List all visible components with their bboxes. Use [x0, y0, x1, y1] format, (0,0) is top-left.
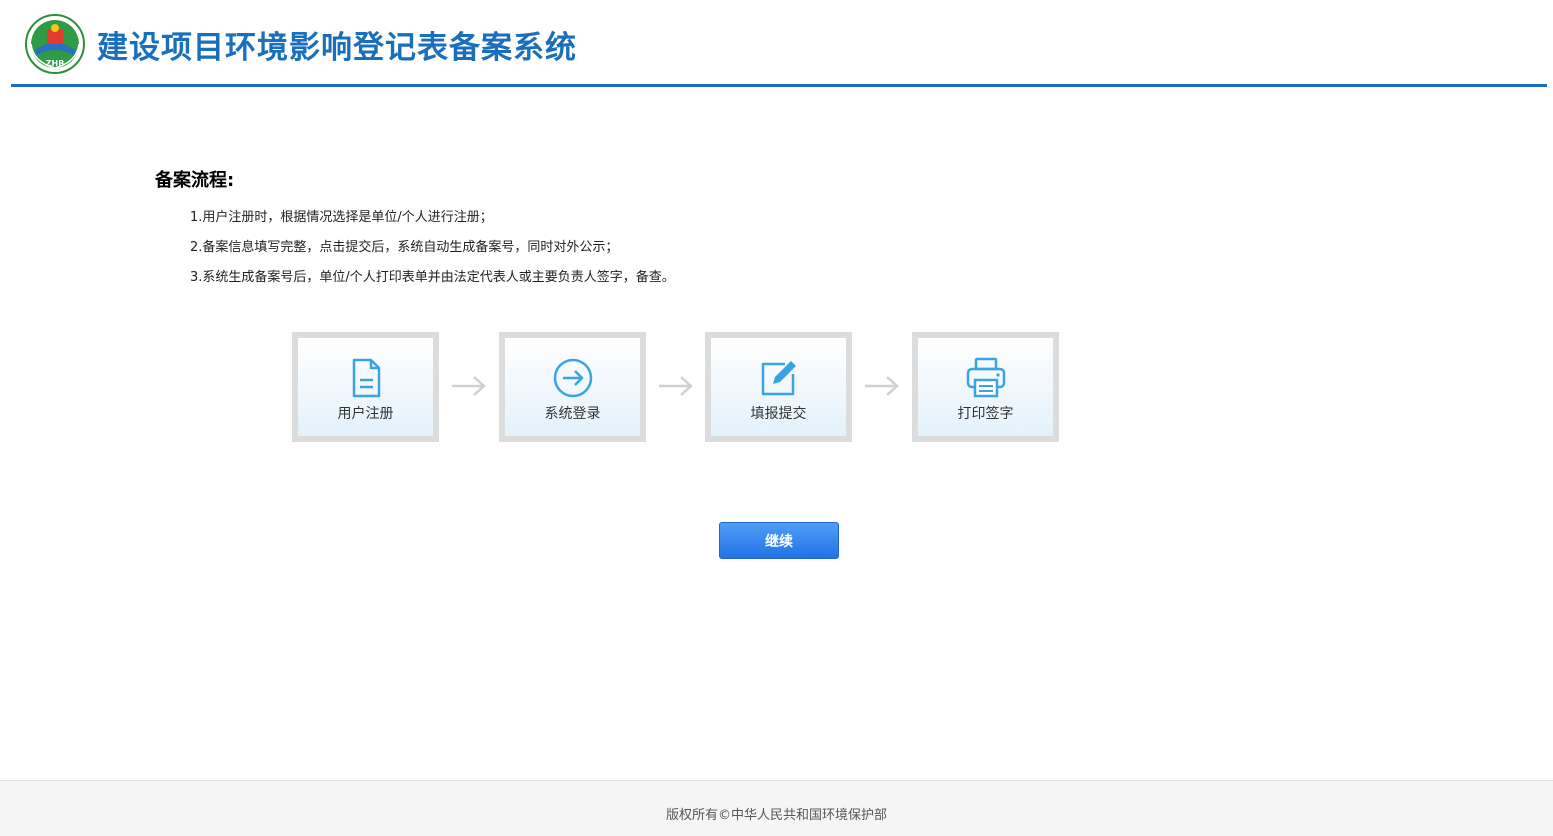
svg-text:ZHB: ZHB	[46, 59, 65, 68]
flow-step-register[interactable]: 用户注册	[292, 332, 439, 442]
site-title: 建设项目环境影响登记表备案系统	[97, 30, 577, 66]
process-flow: 用户注册 系统登录 填报提交 打印签字	[292, 332, 1062, 442]
flow-step-submit[interactable]: 填报提交	[705, 332, 852, 442]
arrow-right-icon	[452, 376, 486, 396]
flow-step-label: 打印签字	[957, 406, 1014, 422]
process-step: 2.备案信息填写完整，点击提交后，系统自动生成备案号，同时对外公示；	[190, 240, 619, 255]
arrow-right-icon	[659, 376, 693, 396]
flow-step-label: 用户注册	[337, 406, 394, 422]
printer-icon	[966, 357, 1005, 398]
footer: 版权所有©中华人民共和国环境保护部	[0, 780, 1553, 836]
header: ZHB 建设项目环境影响登记表备案系统	[0, 0, 1553, 88]
flow-step-login[interactable]: 系统登录	[499, 332, 646, 442]
process-step: 3.系统生成备案号后，单位/个人打印表单并由法定代表人或主要负责人签字，备查。	[190, 270, 675, 285]
header-divider	[11, 84, 1547, 87]
arrow-circle-icon	[553, 358, 592, 398]
copyright-text: 版权所有©中华人民共和国环境保护部	[665, 808, 887, 823]
process-heading: 备案流程:	[155, 170, 235, 191]
edit-icon	[761, 361, 796, 396]
process-steps: 1.用户注册时，根据情况选择是单位/个人进行注册； 2.备案信息填写完整，点击提…	[190, 208, 675, 298]
flow-step-label: 系统登录	[544, 406, 601, 422]
flow-step-print[interactable]: 打印签字	[912, 332, 1059, 442]
ministry-logo: ZHB	[25, 14, 85, 74]
continue-button[interactable]: 继续	[719, 522, 839, 559]
document-icon	[352, 358, 380, 398]
arrow-right-icon	[865, 376, 899, 396]
process-step: 1.用户注册时，根据情况选择是单位/个人进行注册；	[190, 210, 493, 225]
flow-step-label: 填报提交	[750, 406, 807, 422]
